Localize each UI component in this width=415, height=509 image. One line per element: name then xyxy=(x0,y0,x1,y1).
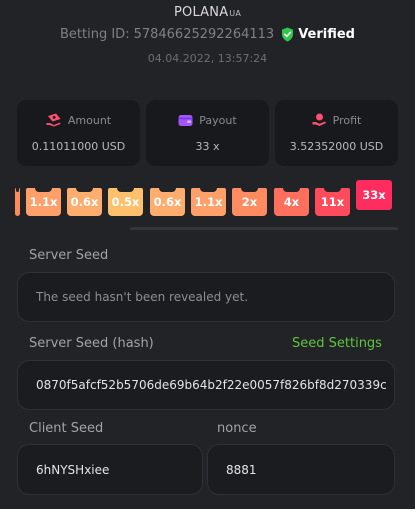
multiplier-slot-hit: 33x xyxy=(356,180,392,210)
multiplier-slot: 0.6x xyxy=(150,188,185,216)
bet-datetime: 04.04.2022, 13:57:24 xyxy=(147,52,268,65)
profit-card: Profit 3.52352000 USD xyxy=(275,100,398,166)
brand-name: POLANA xyxy=(173,5,229,20)
profit-label: Profit xyxy=(332,113,362,127)
payout-value: 33 x xyxy=(195,139,220,153)
payout-card: Payout 33 x xyxy=(146,100,269,166)
stats-cards: Amount 0.11011000 USD Payout 33 x Profit… xyxy=(17,100,398,166)
multiplier-scrollbar[interactable] xyxy=(130,227,398,230)
multiplier-slot: 2x xyxy=(232,188,267,216)
server-seed-label: Server Seed xyxy=(29,248,109,263)
money-hand-icon xyxy=(46,113,61,127)
nonce-label: nonce xyxy=(217,421,257,436)
amount-value: 0.11011000 USD xyxy=(31,140,126,153)
multiplier-strip[interactable]: 1.1x 0.6x 0.5x 0.6x 1.1x 2x 4x 11x 33x xyxy=(0,180,415,230)
multiplier-slot: 1.1x xyxy=(191,188,226,216)
amount-label: Amount xyxy=(67,113,112,127)
verified-badge: Verified xyxy=(298,27,355,42)
seed-settings-link[interactable]: Seed Settings xyxy=(292,336,382,351)
multiplier-slot: 4x xyxy=(274,188,309,216)
profit-value: 3.52352000 USD xyxy=(289,140,384,153)
server-seed-hash-field[interactable]: 0870f5afcf52b5706de69b64b2f22e0057f826bf… xyxy=(17,360,395,410)
coin-hand-icon xyxy=(312,113,326,126)
multiplier-slot: 1.1x xyxy=(26,188,61,216)
multiplier-slot: 0.6x xyxy=(67,188,102,216)
multiplier-slot: 0.5x xyxy=(108,188,143,216)
nonce-field[interactable]: 8881 xyxy=(207,444,395,495)
brand-suffix: UA xyxy=(229,9,242,18)
brand-logo: POLANAUA xyxy=(0,5,415,20)
client-seed-label: Client Seed xyxy=(29,421,104,436)
multiplier-slot: 11x xyxy=(315,188,350,216)
server-seed-field[interactable]: The seed hasn't been revealed yet. xyxy=(17,272,395,322)
multiplier-slot xyxy=(15,188,20,216)
betting-id-value: 57846625292264113 xyxy=(133,27,275,42)
betting-id-label: Betting ID: xyxy=(60,27,130,42)
client-seed-field[interactable]: 6hNYSHxiee xyxy=(17,444,203,495)
verified-shield-icon xyxy=(281,27,294,42)
betting-id-row: Betting ID: 57846625292264113 Verified xyxy=(0,27,415,42)
amount-card: Amount 0.11011000 USD xyxy=(17,100,140,166)
wallet-icon xyxy=(178,114,193,126)
payout-label: Payout xyxy=(199,113,237,127)
server-seed-hash-label: Server Seed (hash) xyxy=(29,336,154,351)
